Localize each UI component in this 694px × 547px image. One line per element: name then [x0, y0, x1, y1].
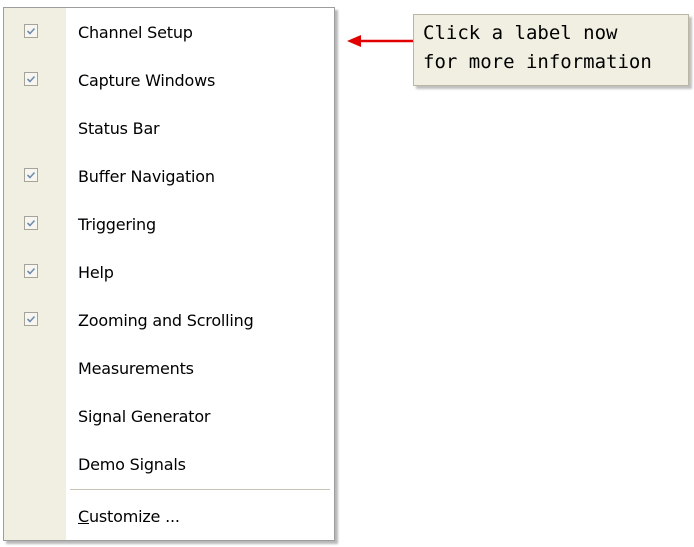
- check-slot: [4, 152, 66, 200]
- menu-item-label: Zooming and Scrolling: [78, 310, 254, 330]
- checkbox-checked-icon: [24, 72, 38, 86]
- menu-item-label: Demo Signals: [78, 454, 186, 474]
- check-slot: [4, 440, 66, 488]
- menu-item-label: Signal Generator: [78, 406, 211, 426]
- menu-item-label: Help: [78, 262, 114, 282]
- menu-item-label: Channel Setup: [78, 22, 193, 42]
- checkbox-checked-icon: [24, 264, 38, 278]
- accelerator-key: C: [78, 506, 89, 526]
- menu-item-label: Status Bar: [78, 118, 160, 138]
- menu-item-demo-signals[interactable]: Demo Signals: [4, 440, 334, 488]
- checkbox-checked-icon: [24, 312, 38, 326]
- context-menu: Channel Setup Capture Windows Status Bar…: [3, 7, 335, 541]
- check-slot: [4, 8, 66, 56]
- checkbox-checked-icon: [24, 24, 38, 38]
- check-slot: [4, 392, 66, 440]
- callout-line-2: for more information: [423, 51, 652, 73]
- menu-item-label: Triggering: [78, 214, 156, 234]
- check-slot: [4, 492, 66, 540]
- menu-item-status-bar[interactable]: Status Bar: [4, 104, 334, 152]
- check-slot: [4, 296, 66, 344]
- menu-item-label: Buffer Navigation: [78, 166, 215, 186]
- info-callout: Click a label now for more information: [413, 14, 689, 86]
- arrow-left-icon: [347, 35, 413, 47]
- menu-item-help[interactable]: Help: [4, 248, 334, 296]
- menu-separator: [70, 489, 330, 490]
- menu-item-customize[interactable]: Customize ...: [4, 492, 334, 540]
- menu-item-triggering[interactable]: Triggering: [4, 200, 334, 248]
- menu-item-label: Customize ...: [66, 507, 180, 526]
- stage: Channel Setup Capture Windows Status Bar…: [0, 0, 694, 547]
- menu-item-zooming-and-scrolling[interactable]: Zooming and Scrolling: [4, 296, 334, 344]
- checkbox-checked-icon: [24, 216, 38, 230]
- check-slot: [4, 104, 66, 152]
- customize-label-rest: ustomize ...: [88, 506, 180, 526]
- menu-item-channel-setup[interactable]: Channel Setup: [4, 8, 334, 56]
- menu-item-label: Capture Windows: [78, 70, 216, 90]
- callout-line-1: Click a label now: [423, 22, 618, 44]
- check-slot: [4, 344, 66, 392]
- check-slot: [4, 248, 66, 296]
- checkbox-checked-icon: [24, 168, 38, 182]
- menu-item-measurements[interactable]: Measurements: [4, 344, 334, 392]
- check-slot: [4, 200, 66, 248]
- check-slot: [4, 56, 66, 104]
- menu-item-label: Measurements: [78, 358, 194, 378]
- menu-item-signal-generator[interactable]: Signal Generator: [4, 392, 334, 440]
- menu-item-capture-windows[interactable]: Capture Windows: [4, 56, 334, 104]
- menu-item-buffer-navigation[interactable]: Buffer Navigation: [4, 152, 334, 200]
